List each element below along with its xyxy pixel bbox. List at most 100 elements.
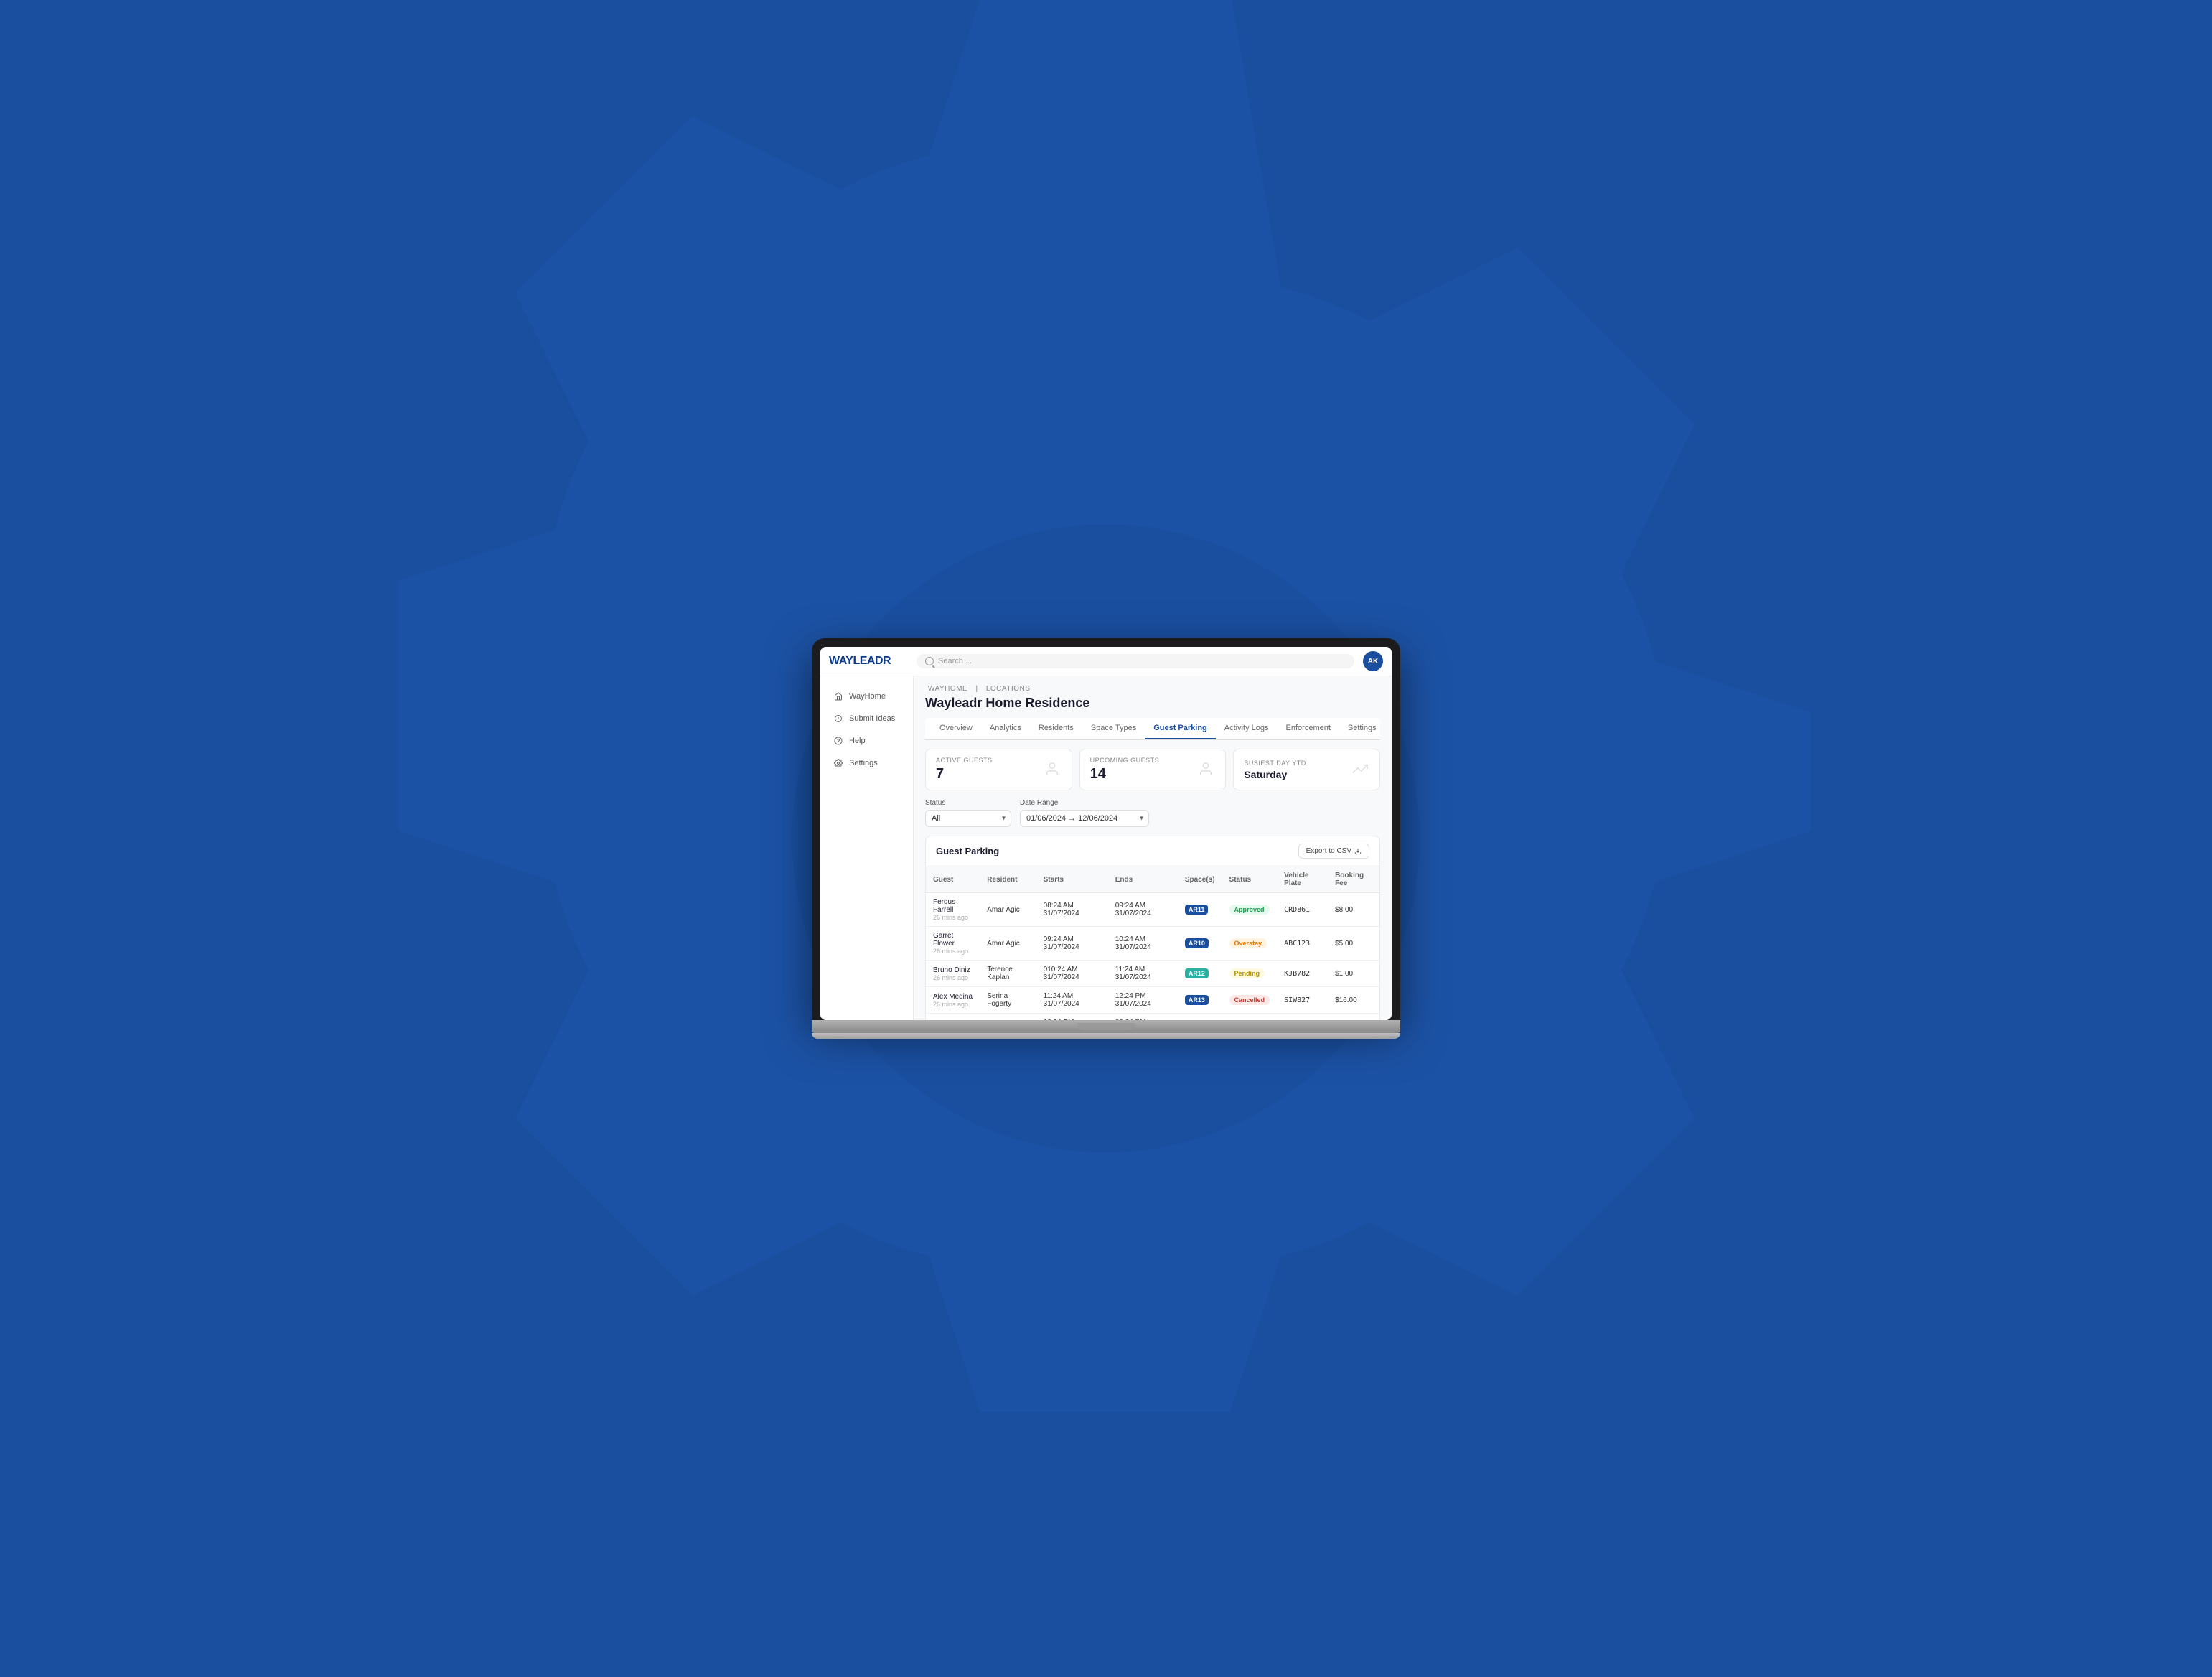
date-filter-group: Date Range 01/06/2024 → 12/06/2024 bbox=[1020, 799, 1149, 827]
stat-busiest-value: Saturday bbox=[1244, 769, 1306, 780]
cell-fee: $16.00 bbox=[1328, 1014, 1379, 1021]
search-box[interactable]: Search ... bbox=[917, 654, 1354, 668]
page-title: Wayleadr Home Residence bbox=[925, 696, 1380, 711]
cell-guest: Alex Medina 26 mins ago bbox=[926, 987, 980, 1014]
laptop-notch bbox=[1077, 1023, 1135, 1030]
logo: WAYLEADR bbox=[829, 655, 891, 668]
cell-status: Approved bbox=[1222, 893, 1278, 927]
cell-fee: $1.00 bbox=[1328, 961, 1379, 987]
stat-upcoming-guests: UPCOMING GUESTS 14 bbox=[1079, 749, 1227, 790]
help-icon bbox=[833, 736, 843, 746]
breadcrumb-sep: | bbox=[975, 685, 980, 693]
cell-starts: 11:24 AM 31/07/2024 bbox=[1036, 987, 1108, 1014]
date-range-select[interactable]: 01/06/2024 → 12/06/2024 bbox=[1020, 810, 1149, 827]
tab-overview[interactable]: Overview bbox=[931, 718, 981, 739]
date-filter-label: Date Range bbox=[1020, 799, 1149, 807]
cell-ends: 12:24 PM 31/07/2024 bbox=[1108, 987, 1178, 1014]
filters-row: Status All Approved Pending Cancelled Ov… bbox=[925, 799, 1380, 827]
col-plate: Vehicle Plate bbox=[1277, 866, 1328, 893]
sidebar: WayHome Submit Ideas Help bbox=[820, 676, 914, 1020]
table-row: Garret Flower 26 mins ago Amar Agic 09:2… bbox=[926, 927, 1379, 961]
cell-resident: Amar Agic bbox=[980, 927, 1036, 961]
tab-settings[interactable]: Settings bbox=[1339, 718, 1385, 739]
sidebar-item-wayhome[interactable]: WayHome bbox=[823, 686, 910, 707]
cell-status: Overstay bbox=[1222, 927, 1278, 961]
search-icon bbox=[925, 657, 934, 665]
content-area: WAYHOME | LOCATIONS Wayleadr Home Reside… bbox=[914, 676, 1392, 1020]
gear-icon bbox=[833, 758, 843, 768]
table-row: Alex Prince Kevin Farrell 12:24 PM 31/07… bbox=[926, 1014, 1379, 1021]
cell-ends: 08:24 PM 31/07/2024 bbox=[1108, 1014, 1178, 1021]
top-bar: WAYLEADR Search ... AK bbox=[820, 647, 1392, 676]
sidebar-item-help[interactable]: Help bbox=[823, 730, 910, 752]
cell-guest: Alex Prince bbox=[926, 1014, 980, 1021]
breadcrumb: WAYHOME | LOCATIONS bbox=[925, 685, 1380, 693]
cell-plate: LLO29 bbox=[1277, 1014, 1328, 1021]
cell-ends: 11:24 AM 31/07/2024 bbox=[1108, 961, 1178, 987]
col-spaces: Space(s) bbox=[1178, 866, 1222, 893]
tabs-container: Overview Analytics Residents Space Types… bbox=[925, 718, 1380, 740]
cell-ends: 10:24 AM 31/07/2024 bbox=[1108, 927, 1178, 961]
cell-plate: SIW827 bbox=[1277, 987, 1328, 1014]
stat-active-label: ACTIVE GUESTS bbox=[936, 757, 993, 764]
sidebar-item-settings[interactable]: Settings bbox=[823, 752, 910, 774]
stat-upcoming-label: UPCOMING GUESTS bbox=[1090, 757, 1160, 764]
col-status: Status bbox=[1222, 866, 1278, 893]
cell-plate: KJB782 bbox=[1277, 961, 1328, 987]
cell-status: Pending bbox=[1222, 961, 1278, 987]
cell-guest: Bruno Diniz 26 mins ago bbox=[926, 961, 980, 987]
cell-starts: 09:24 AM 31/07/2024 bbox=[1036, 927, 1108, 961]
cell-plate: CRD861 bbox=[1277, 893, 1328, 927]
cell-space: AR13 bbox=[1178, 987, 1222, 1014]
table-row: Fergus Farrell 26 mins ago Amar Agic 08:… bbox=[926, 893, 1379, 927]
table-title: Guest Parking bbox=[936, 846, 999, 856]
tab-enforcement[interactable]: Enforcement bbox=[1278, 718, 1339, 739]
cell-guest: Garret Flower 26 mins ago bbox=[926, 927, 980, 961]
stat-upcoming-value: 14 bbox=[1090, 766, 1160, 783]
stats-row: ACTIVE GUESTS 7 UPCOMING GUESTS bbox=[925, 749, 1380, 790]
table-header: Guest Parking Export to CSV bbox=[926, 836, 1379, 866]
table-row: Bruno Diniz 26 mins ago Terence Kaplan 0… bbox=[926, 961, 1379, 987]
cell-space: AR14 bbox=[1178, 1014, 1222, 1021]
stat-active-guests: ACTIVE GUESTS 7 bbox=[925, 749, 1072, 790]
laptop-screen: WAYLEADR Search ... AK bbox=[820, 647, 1392, 1020]
col-fee: Booking Fee bbox=[1328, 866, 1379, 893]
cell-plate: ABC123 bbox=[1277, 927, 1328, 961]
guest-parking-table: Guest Resident Starts Ends Space(s) Stat… bbox=[926, 866, 1379, 1020]
user-avatar[interactable]: AK bbox=[1363, 651, 1383, 671]
cell-status: Refunded bbox=[1222, 1014, 1278, 1021]
stat-active-value: 7 bbox=[936, 766, 993, 783]
table-header-row: Guest Resident Starts Ends Space(s) Stat… bbox=[926, 866, 1379, 893]
cell-fee: $16.00 bbox=[1328, 987, 1379, 1014]
table-row: Alex Medina 26 mins ago Serina Fogerty 1… bbox=[926, 987, 1379, 1014]
cell-resident: Serina Fogerty bbox=[980, 987, 1036, 1014]
col-resident: Resident bbox=[980, 866, 1036, 893]
tab-analytics[interactable]: Analytics bbox=[981, 718, 1030, 739]
stat-busiest-day: BUSIEST DAY YTD Saturday bbox=[1233, 749, 1380, 790]
status-select[interactable]: All Approved Pending Cancelled Overstay … bbox=[925, 810, 1011, 827]
laptop-bezel: WAYLEADR Search ... AK bbox=[812, 638, 1400, 1020]
lightbulb-icon bbox=[833, 714, 843, 724]
date-select-wrapper: 01/06/2024 → 12/06/2024 bbox=[1020, 810, 1149, 827]
tab-space-types[interactable]: Space Types bbox=[1082, 718, 1145, 739]
cell-space: AR11 bbox=[1178, 893, 1222, 927]
sidebar-item-submit-ideas[interactable]: Submit Ideas bbox=[823, 708, 910, 729]
breadcrumb-part1: WAYHOME bbox=[928, 685, 967, 693]
tab-activity-logs[interactable]: Activity Logs bbox=[1216, 718, 1278, 739]
guest-parking-table-section: Guest Parking Export to CSV Guest bbox=[925, 836, 1380, 1020]
tab-residents[interactable]: Residents bbox=[1030, 718, 1082, 739]
status-select-wrapper: All Approved Pending Cancelled Overstay … bbox=[925, 810, 1011, 827]
laptop-wrapper: WAYLEADR Search ... AK bbox=[812, 638, 1400, 1039]
cell-fee: $8.00 bbox=[1328, 893, 1379, 927]
col-starts: Starts bbox=[1036, 866, 1108, 893]
cell-resident: Terence Kaplan bbox=[980, 961, 1036, 987]
cell-fee: $5.00 bbox=[1328, 927, 1379, 961]
cell-starts: 12:24 PM 31/07/2024 bbox=[1036, 1014, 1108, 1021]
export-csv-button[interactable]: Export to CSV bbox=[1298, 844, 1369, 859]
tab-guest-parking[interactable]: Guest Parking bbox=[1145, 718, 1216, 739]
sidebar-item-label: Settings bbox=[849, 759, 878, 767]
person-icon bbox=[1044, 761, 1062, 778]
cell-status: Cancelled bbox=[1222, 987, 1278, 1014]
cell-resident: Kevin Farrell bbox=[980, 1014, 1036, 1021]
logo-area: WAYLEADR bbox=[829, 655, 908, 668]
